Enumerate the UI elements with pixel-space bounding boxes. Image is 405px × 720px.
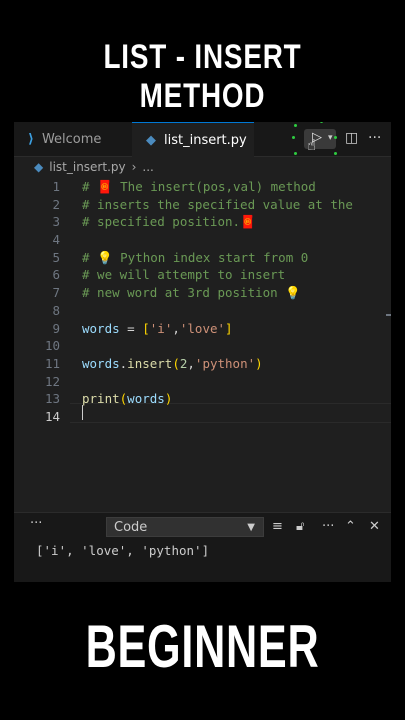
breadcrumb-more[interactable]: ... [142,160,153,174]
line-number: 4 [52,232,60,248]
code-editor[interactable]: # 🧧 The insert(pos,val) method # inserts … [82,178,391,426]
breadcrumb-file[interactable]: list_insert.py [49,160,125,174]
more-actions-icon[interactable]: ··· [322,519,334,534]
code-line[interactable] [82,231,391,249]
output-panel: ··· Code ▼ ≡ 🔓︎ ··· ⌃ ✕ ['i', 'love', 'p… [14,512,391,582]
level-label: BEGINNER [85,613,320,680]
code-line[interactable] [82,373,391,391]
line-number: 13 [44,391,60,407]
click-effect-dot [320,122,323,123]
vscode-window: ⟩ Welcome ◆ list_insert.py ▷ ▾ ☝ ◫ ··· ◆… [14,122,391,582]
code-line[interactable] [82,302,391,320]
close-panel-icon[interactable]: ✕ [369,519,380,534]
line-number: 3 [52,214,60,230]
line-number-gutter: 1 2 3 4 5 6 7 8 9 10 11 12 13 14 [14,178,64,426]
line-number: 8 [52,302,60,318]
line-number: 1 [52,179,60,194]
code-line[interactable]: # 💡 Python index start from 0 [82,249,391,267]
click-effect-dot [294,124,297,127]
line-number: 9 [52,320,60,336]
line-number: 2 [52,196,60,212]
video-title: LIST - INSERT METHOD [103,38,302,115]
clear-output-icon[interactable]: ≡ [272,519,283,534]
code-line[interactable]: print(words) [82,390,391,408]
code-line[interactable]: # new word at 3rd position 💡 [82,284,391,302]
code-line[interactable] [82,408,391,426]
code-line[interactable]: words.insert(2,'python') [82,355,391,373]
click-effect-dot [292,136,295,139]
lock-icon[interactable]: 🔓︎ [296,519,304,534]
click-effect-dot [334,152,337,155]
panel-more-icon[interactable]: ··· [30,516,42,531]
line-number: 6 [52,267,60,283]
line-number: 7 [52,285,60,301]
output-text: ['i', 'love', 'python'] [36,543,210,558]
line-number: 10 [44,338,60,354]
output-channel-select[interactable]: Code ▼ [106,517,264,537]
code-line[interactable]: # inserts the specified value at the [82,196,391,214]
mouse-cursor-icon: ☝ [307,136,317,154]
chevron-down-icon: ▼ [247,522,255,533]
line-number-current: 14 [44,408,60,424]
maximize-panel-icon[interactable]: ⌃ [345,519,356,534]
code-line[interactable]: # we will attempt to insert [82,266,391,284]
run-options-chevron-icon[interactable]: ▾ [328,133,333,143]
code-line[interactable]: # 🧧 The insert(pos,val) method [82,178,391,196]
output-channel-value: Code [114,520,148,535]
line-number: 5 [52,249,60,265]
code-line[interactable]: words = ['i','love'] [82,320,391,338]
tab-list-insert[interactable]: ◆ list_insert.py [132,122,254,157]
tab-list-insert-label: list_insert.py [164,132,247,148]
tab-welcome[interactable]: ⟩ Welcome [14,122,133,156]
click-effect-dot [334,136,337,139]
line-number: 11 [44,355,60,371]
tab-bar: ⟩ Welcome ◆ list_insert.py ▷ ▾ ☝ ◫ ··· [14,122,391,157]
more-actions-icon[interactable]: ··· [368,130,381,146]
split-editor-icon[interactable]: ◫ [345,130,358,146]
vscode-icon: ⟩ [28,131,34,147]
breadcrumb-separator-icon: › [131,160,137,174]
code-line[interactable] [82,337,391,355]
code-line[interactable]: # specified position.🧧 [82,213,391,231]
breadcrumb: ◆ list_insert.py › ... [34,158,154,176]
click-effect-dot [294,152,297,155]
tab-welcome-label: Welcome [41,131,102,147]
line-number: 12 [44,373,60,389]
python-icon: ◆ [34,160,44,174]
python-icon: ◆ [146,132,156,148]
